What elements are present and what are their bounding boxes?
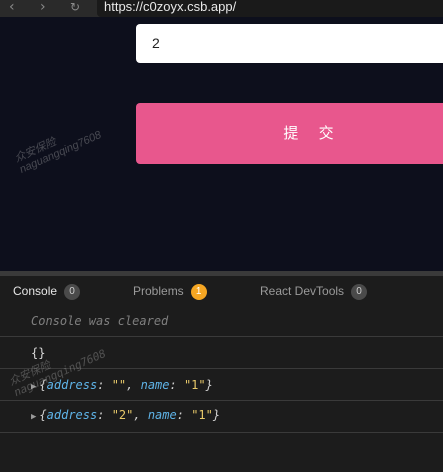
count-badge: 0	[351, 284, 368, 300]
watermark: 众安保险 naguangqing7608	[13, 118, 103, 176]
tab-react-devtools[interactable]: React DevTools 0	[260, 276, 368, 306]
forward-icon[interactable]: ›	[40, 0, 46, 17]
app-preview: 2 提 交 众安保险 naguangqing7608	[0, 17, 443, 271]
tab-console[interactable]: Console 0	[13, 276, 81, 306]
console-message: Console was cleared	[0, 306, 443, 337]
address-input[interactable]: 2	[136, 24, 443, 63]
tab-problems[interactable]: Problems 1	[133, 276, 207, 306]
object-key: name	[140, 378, 170, 392]
back-icon[interactable]: ‹	[9, 0, 15, 17]
object-key: address	[46, 408, 98, 422]
browser-toolbar: ‹ › ↻ https://c0zoyx.csb.app/	[0, 0, 443, 17]
expand-arrow-icon[interactable]: ▶	[31, 412, 36, 422]
tab-label: React DevTools	[260, 284, 345, 298]
devtools-tabs: Console 0 Problems 1 React DevTools 0	[0, 276, 443, 306]
console-panel: Console was cleared {} ▶ {address: "", na…	[0, 306, 443, 472]
object-value: "1"	[191, 408, 213, 422]
empty-object: {}	[31, 346, 46, 360]
count-badge: 0	[64, 284, 81, 300]
object-value: "2"	[111, 408, 134, 422]
reload-icon[interactable]: ↻	[70, 0, 80, 17]
count-badge: 1	[190, 284, 207, 300]
tab-label: Problems	[133, 284, 184, 298]
console-entry[interactable]: ▶ {address: "2", name: "1"}	[0, 401, 443, 433]
object-value: ""	[111, 378, 127, 392]
tab-label: Console	[13, 284, 58, 298]
object-key: name	[147, 408, 177, 422]
cleared-message: Console was cleared	[31, 314, 169, 328]
address-bar[interactable]: https://c0zoyx.csb.app/	[97, 0, 443, 17]
submit-button[interactable]: 提 交	[136, 103, 443, 164]
object-value: "1"	[183, 378, 206, 392]
